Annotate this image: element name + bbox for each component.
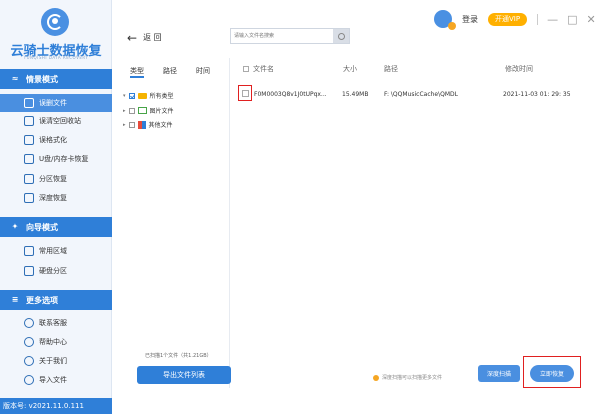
sidebar-item-partition[interactable]: 分区恢复 (0, 170, 112, 188)
deep-scan-hint: 深度扫描可以扫描更多文件 (373, 374, 442, 381)
collapse-icon[interactable]: ▸ (123, 122, 126, 128)
sidebar-item-help[interactable]: 帮助中心 (0, 333, 112, 351)
tab-time[interactable]: 时间 (196, 66, 210, 76)
pin-icon: ✦ (11, 222, 19, 231)
sidebar-item-import[interactable]: 导入文件 (0, 371, 112, 389)
row-file-path: F: \QQMusicCache\QMDL (384, 91, 458, 98)
search-box (230, 28, 350, 44)
export-list-button[interactable]: 导出文件列表 (137, 366, 231, 384)
close-icon[interactable]: ✕ (586, 13, 595, 26)
window-controls: — □ ✕ (537, 13, 596, 26)
tab-type[interactable]: 类型 (130, 66, 144, 76)
tree-node-other[interactable]: ▸ 其他文件 (123, 120, 173, 129)
logo: 云骑士数据恢复 YUNQISHI DATA RECOVERY (0, 0, 112, 64)
maximize-icon[interactable]: □ (567, 13, 577, 26)
user-area: 登录 开通VIP — □ ✕ (434, 10, 596, 30)
recycle-bin-icon (24, 116, 34, 126)
tree-tabs: 类型 路径 时间 (130, 66, 229, 76)
search-input[interactable] (231, 29, 331, 43)
expand-icon[interactable]: ▾ (123, 93, 126, 99)
tab-path[interactable]: 路径 (163, 66, 177, 76)
active-tab-indicator (130, 76, 144, 78)
version-label: 版本号: v2021.11.0.111 (0, 398, 112, 414)
recover-now-button[interactable]: 立即恢复 (530, 365, 574, 382)
monitor-icon (24, 246, 34, 256)
grid-icon (137, 120, 146, 129)
vip-button[interactable]: 开通VIP (488, 12, 528, 26)
logo-icon (41, 8, 69, 36)
section-header-wizard: ✦ 向导模式 (0, 217, 112, 237)
column-header-name[interactable]: 文件名 (253, 64, 274, 74)
column-header-path[interactable]: 路径 (384, 64, 398, 74)
file-type-panel: 类型 路径 时间 ▾ 所有类型 ▸ 图片文件 ▸ 其他文件 (118, 58, 230, 388)
menu-icon: ≈ (11, 74, 19, 83)
checkbox[interactable] (128, 107, 135, 114)
deep-scan-button[interactable]: 深度扫描 (478, 365, 520, 382)
login-link[interactable]: 登录 (462, 14, 478, 25)
support-icon (24, 318, 34, 328)
disk-icon (24, 266, 34, 276)
row-file-size: 15.49MB (342, 91, 369, 98)
sidebar-item-support[interactable]: 联系客服 (0, 314, 112, 332)
sidebar-item-usb[interactable]: U盘/内存卡恢复 (0, 150, 112, 168)
section-header-more: ≡ 更多选项 (0, 290, 112, 310)
sidebar-item-deep-recover[interactable]: 深度恢复 (0, 189, 112, 207)
trash-file-icon (24, 98, 34, 108)
sidebar-item-about[interactable]: 关于我们 (0, 352, 112, 370)
list-icon: ≡ (11, 295, 19, 304)
tree-node-all-types[interactable]: ▾ 所有类型 (123, 91, 174, 100)
row-checkbox[interactable] (238, 85, 252, 101)
sidebar-item-deleted-files[interactable]: 误删文件 (0, 94, 112, 112)
about-icon (24, 356, 34, 366)
sidebar-item-common-area[interactable]: 常用区域 (0, 242, 112, 260)
divider (537, 13, 539, 25)
row-file-name: F0M0003Q8v1J0tUPqx... (254, 91, 327, 98)
search-icon[interactable] (333, 29, 349, 43)
sidebar: 云骑士数据恢复 YUNQISHI DATA RECOVERY ≈ 情景模式 误删… (0, 0, 112, 414)
folder-icon (137, 92, 147, 99)
section-header-scenario: ≈ 情景模式 (0, 69, 112, 89)
sidebar-item-format[interactable]: 误格式化 (0, 131, 112, 149)
sidebar-item-disk-partition[interactable]: 硬盘分区 (0, 262, 112, 280)
collapse-icon[interactable]: ▸ (123, 108, 126, 114)
help-icon (24, 337, 34, 347)
checkbox[interactable] (128, 92, 135, 99)
select-all-checkbox[interactable] (243, 66, 249, 72)
partition-icon (24, 174, 34, 184)
arrow-left-icon: ← (127, 30, 138, 45)
sidebar-item-recycle-bin[interactable]: 误清空回收站 (0, 112, 112, 130)
image-icon (137, 107, 147, 114)
scan-summary: 已扫描1个文件（共1.21GB） (145, 353, 212, 359)
avatar-icon[interactable] (434, 10, 456, 30)
row-file-modified: 2021-11-03 01: 29: 35 (503, 91, 571, 98)
logo-subtitle: YUNQISHI DATA RECOVERY (23, 55, 89, 60)
info-icon (373, 374, 379, 381)
back-button[interactable]: ← 返 回 (127, 30, 162, 45)
column-header-size[interactable]: 大小 (343, 64, 357, 74)
checkbox[interactable] (128, 121, 135, 128)
usb-drive-icon (24, 154, 34, 164)
column-header-modified[interactable]: 修改时间 (505, 64, 533, 74)
import-icon (24, 375, 34, 385)
tree-node-images[interactable]: ▸ 图片文件 (123, 106, 174, 115)
deep-recover-icon (24, 193, 34, 203)
minimize-icon[interactable]: — (547, 13, 558, 26)
format-icon (24, 135, 34, 145)
